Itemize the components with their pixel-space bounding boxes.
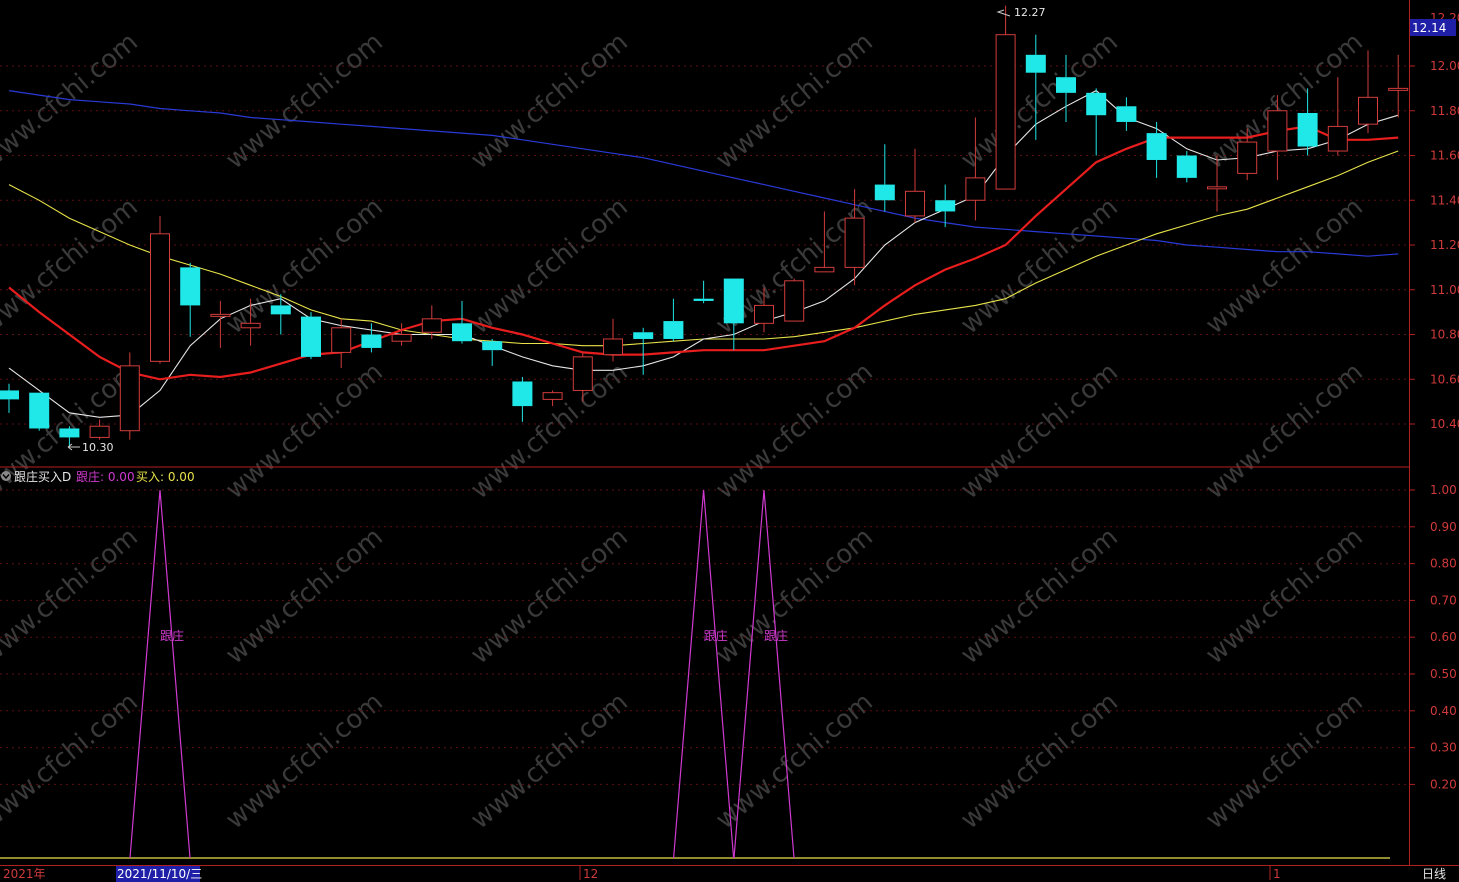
indicator-value-2: 买入: 0.00	[136, 470, 195, 484]
candle[interactable]	[150, 215, 170, 364]
price-tick-label: 11.40	[1430, 193, 1459, 207]
month-1-label: 1	[1273, 867, 1281, 881]
cursor-date: 2021/11/10/三	[117, 867, 202, 881]
indicator-name: 跟庄买入D	[14, 469, 71, 484]
candle[interactable]	[29, 392, 50, 431]
price-tick-label: 10.80	[1430, 328, 1459, 342]
indicator-header[interactable]: 跟庄买入D 跟庄: 0.00 买入: 0.00	[1, 469, 195, 484]
signal-label: 跟庄	[160, 628, 184, 643]
indicator-tick-label: 0.40	[1430, 704, 1457, 718]
month-12-label: 12	[583, 867, 598, 881]
indicator-tick-label: 1.00	[1430, 483, 1457, 497]
indicator-value-1: 跟庄: 0.00	[76, 469, 135, 484]
price-tick-label: 10.60	[1430, 372, 1459, 386]
indicator-tick-label: 0.90	[1430, 520, 1457, 534]
price-tick-label: 12.00	[1430, 59, 1459, 73]
period-label[interactable]: 日线	[1422, 867, 1446, 881]
collapse-icon[interactable]	[1, 471, 11, 481]
price-tick-label: 11.00	[1430, 283, 1459, 297]
price-tick-label: 11.20	[1430, 238, 1459, 252]
price-tick-label: 11.80	[1430, 104, 1459, 118]
last-price-tag: 12.14	[1412, 21, 1446, 35]
indicator-tick-label: 0.30	[1430, 741, 1457, 755]
candle[interactable]	[1176, 151, 1197, 183]
signal-label: 跟庄	[704, 628, 728, 643]
price-tick-label: 10.40	[1430, 417, 1459, 431]
high-price-label: 12.27	[1014, 6, 1046, 19]
low-price-label: 10.30	[82, 441, 114, 454]
candle[interactable]	[784, 278, 805, 322]
indicator-tick-label: 0.80	[1430, 557, 1457, 571]
signal-label: 跟庄	[764, 628, 788, 643]
indicator-tick-label: 0.70	[1430, 593, 1457, 607]
indicator-tick-label: 0.60	[1430, 630, 1457, 644]
indicator-tick-label: 0.50	[1430, 667, 1457, 681]
candle[interactable]	[301, 312, 321, 360]
price-tick-label: 11.60	[1430, 149, 1459, 163]
candle[interactable]	[119, 352, 140, 440]
year-label: 2021年	[3, 867, 46, 881]
stock-chart[interactable]: www.cfchi.com www.cfchi.com www.cfchi.com w…	[0, 0, 1459, 882]
indicator-tick-label: 0.20	[1430, 777, 1457, 791]
